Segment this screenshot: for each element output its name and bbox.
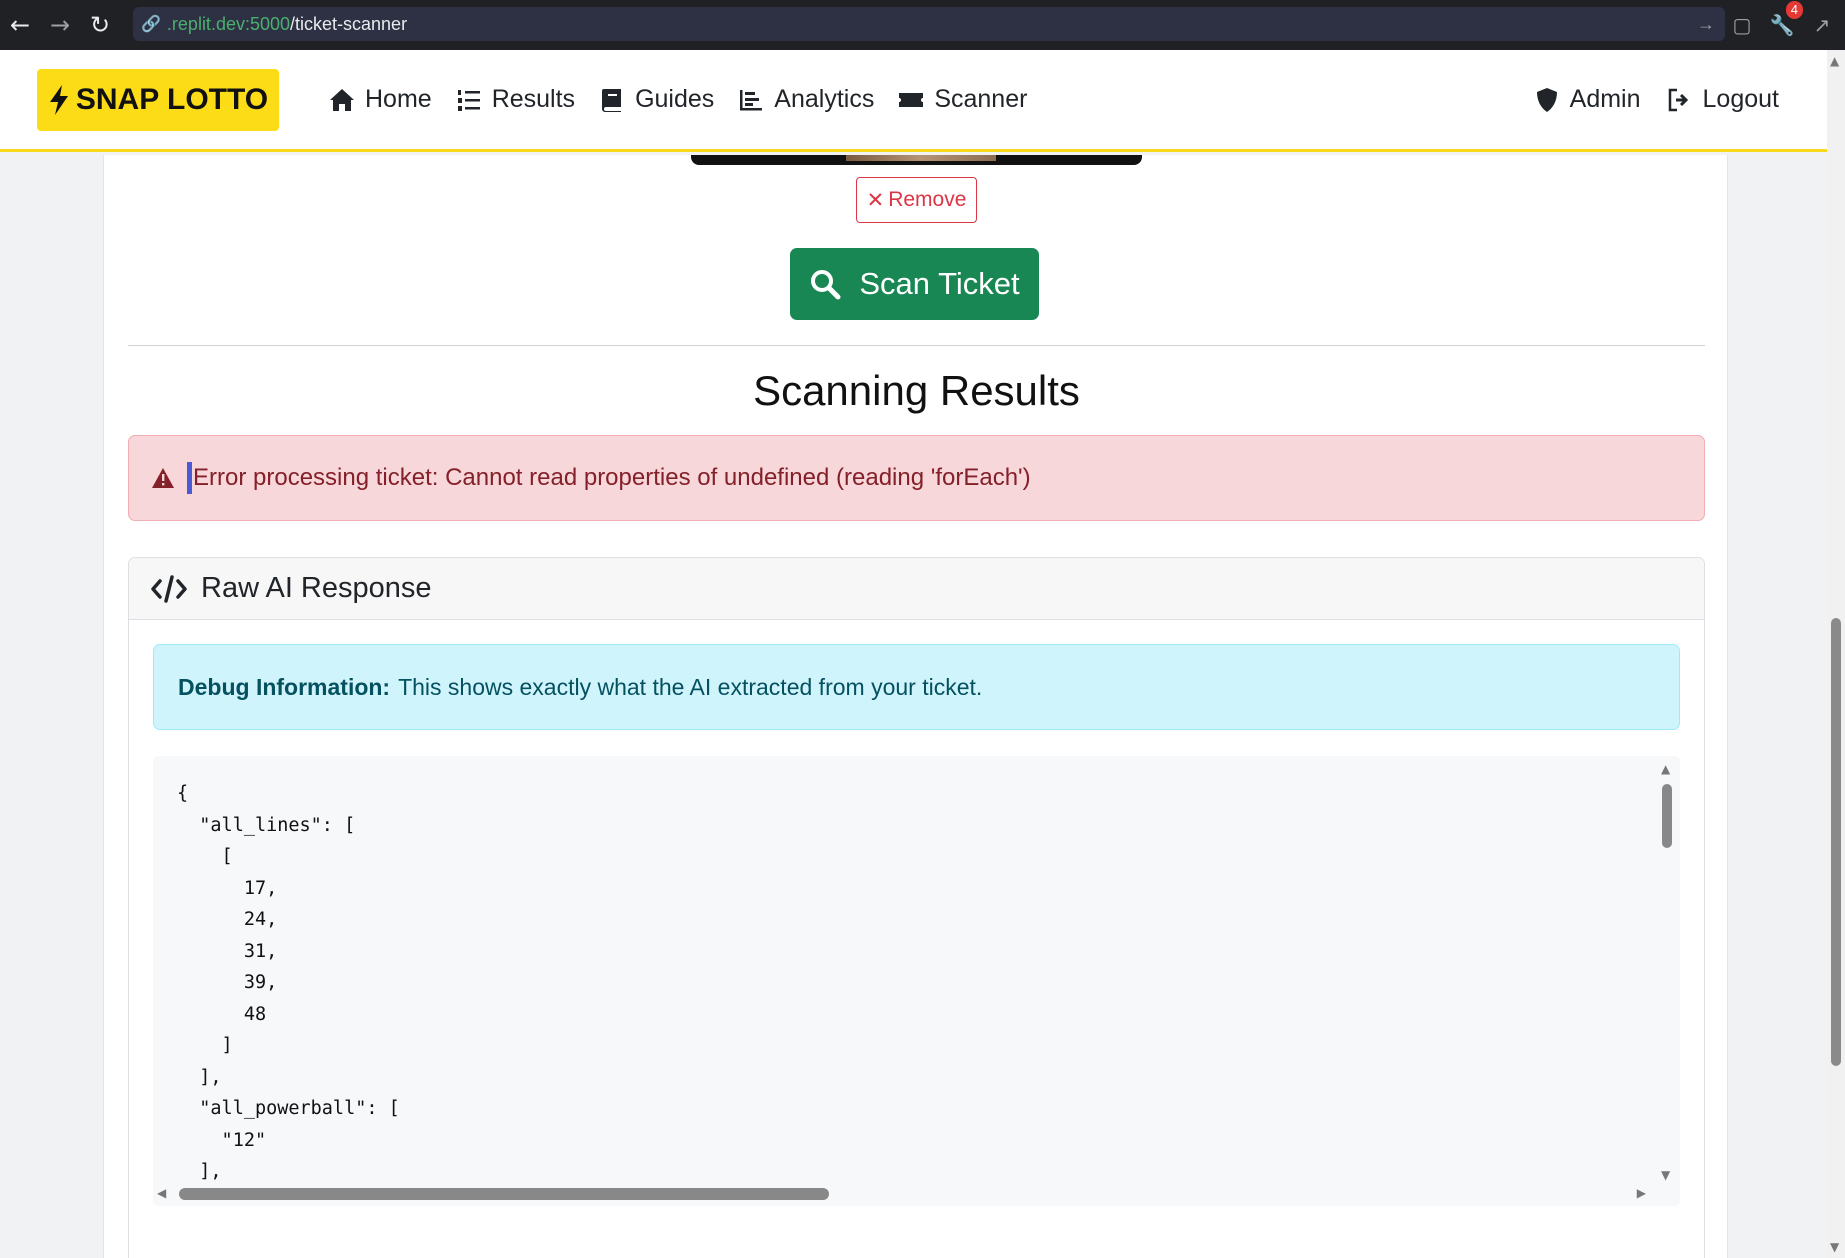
nav-guides-label: Guides (635, 85, 715, 113)
link-icon: 🔗 (141, 16, 161, 33)
notification-badge: 4 (1785, 1, 1803, 19)
debug-info-alert: Debug Information: This shows exactly wh… (153, 644, 1680, 730)
book-icon (602, 88, 622, 112)
remove-image-button[interactable]: ✕ Remove (856, 177, 977, 223)
raw-json-block[interactable]: { "all_lines": [ [ 17, 24, 31, 39, 48 ] … (153, 756, 1680, 1206)
ticket-icon (899, 92, 924, 107)
code-horizontal-scrollbar[interactable]: ◀ ▶ (153, 1182, 1680, 1206)
page-scroll-up-icon[interactable]: ▲ (1830, 54, 1839, 68)
raw-json-text: { "all_lines": [ [ 17, 24, 31, 39, 48 ] … (177, 783, 400, 1182)
open-external-icon[interactable]: ↗ (1809, 13, 1835, 37)
nav-logout-label: Logout (1702, 85, 1779, 113)
scroll-left-arrow-icon[interactable]: ◀ (157, 1186, 166, 1200)
url-host: .replit.dev:5000 (166, 13, 291, 34)
raw-ai-response-panel: Raw AI Response Debug Information: This … (128, 557, 1705, 1258)
remove-label: Remove (888, 188, 967, 211)
shield-icon (1536, 87, 1557, 112)
page-content: ✕ Remove Scan Ticket Scanning Results Er… (0, 155, 1827, 1258)
app-navbar: SNAP LOTTO Home Results Guides Analytics… (0, 50, 1827, 152)
reload-icon[interactable]: ↻ (80, 0, 120, 50)
nav-scanner-label: Scanner (934, 85, 1028, 113)
page-scrollbar[interactable]: ▲ ▼ (1827, 50, 1845, 1258)
nav-results[interactable]: Results (456, 85, 575, 114)
code-horizontal-thumb[interactable] (179, 1188, 829, 1200)
brand-text: SNAP LOTTO (75, 82, 269, 116)
scroll-right-arrow-icon[interactable]: ▶ (1637, 1186, 1646, 1200)
warning-icon (152, 468, 174, 488)
text-cursor (187, 462, 192, 494)
debug-text: This shows exactly what the AI extracted… (398, 673, 983, 700)
nav-scanner[interactable]: Scanner (898, 85, 1027, 114)
panel-header: Raw AI Response (129, 558, 1704, 620)
home-icon (330, 88, 354, 111)
chart-bar-icon (740, 89, 763, 110)
debug-label: Debug Information: (178, 673, 391, 700)
page-scroll-thumb[interactable] (1831, 618, 1841, 1066)
wrench-icon[interactable]: 🔧 4 (1769, 1, 1803, 37)
back-arrow-icon[interactable]: ← (0, 0, 40, 50)
scan-ticket-label: Scan Ticket (859, 266, 1020, 301)
nav-admin-label: Admin (1569, 85, 1641, 113)
code-icon (151, 574, 187, 603)
nav-guides[interactable]: Guides (599, 85, 714, 114)
nav-analytics-label: Analytics (774, 85, 875, 113)
nav-results-label: Results (491, 85, 576, 113)
forward-arrow-icon[interactable]: → (40, 0, 80, 50)
scan-ticket-button[interactable]: Scan Ticket (790, 248, 1039, 320)
nav-admin[interactable]: Admin (1534, 85, 1641, 114)
page-scroll-down-icon[interactable]: ▼ (1830, 1240, 1839, 1254)
section-divider (128, 345, 1705, 346)
error-alert: Error processing ticket: Cannot read pro… (128, 435, 1705, 521)
panel-title: Raw AI Response (201, 572, 432, 604)
logout-icon (1668, 88, 1688, 111)
nav-home[interactable]: Home (329, 85, 432, 114)
ticket-image-preview (691, 155, 1142, 165)
scanner-card: ✕ Remove Scan Ticket Scanning Results Er… (103, 155, 1728, 1258)
brand-logo[interactable]: SNAP LOTTO (37, 68, 279, 131)
browser-toolbar: ← → ↻ 🔗 .replit.dev:5000/ticket-scanner … (0, 0, 1845, 50)
close-icon: ✕ (866, 188, 885, 212)
code-vertical-scrollbar[interactable]: ▲ ▼ (1660, 762, 1674, 1182)
results-title: Scanning Results (753, 367, 1080, 414)
go-arrow-icon[interactable]: → (1697, 14, 1715, 35)
scroll-down-arrow-icon[interactable]: ▼ (1661, 1168, 1670, 1182)
url-path: /ticket-scanner (290, 13, 408, 34)
list-ordered-icon (457, 89, 480, 111)
monitor-icon[interactable]: ▢ (1729, 13, 1755, 37)
code-vertical-thumb[interactable] (1662, 784, 1672, 848)
nav-home-label: Home (365, 85, 432, 113)
scroll-up-arrow-icon[interactable]: ▲ (1661, 762, 1670, 776)
address-bar[interactable]: 🔗 .replit.dev:5000/ticket-scanner → (133, 7, 1725, 41)
nav-logout[interactable]: Logout (1667, 85, 1779, 114)
search-icon (811, 270, 841, 300)
nav-analytics[interactable]: Analytics (738, 85, 874, 114)
error-message: Error processing ticket: Cannot read pro… (193, 464, 1031, 491)
bolt-icon (49, 84, 68, 115)
